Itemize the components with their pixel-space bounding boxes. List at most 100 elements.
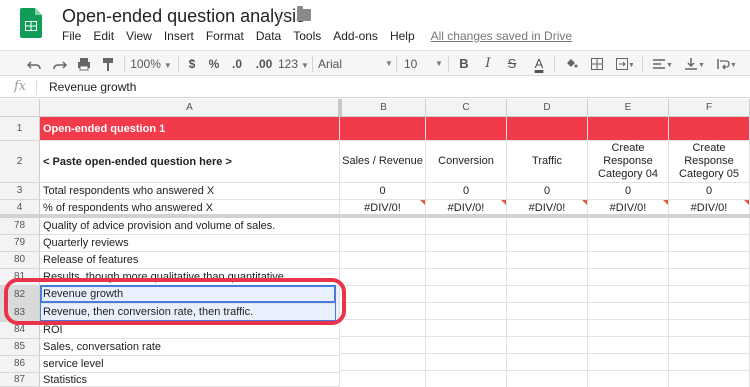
menu-data[interactable]: Data <box>256 29 281 43</box>
row-header[interactable]: 86 <box>0 356 40 373</box>
error-indicator-icon <box>663 200 668 205</box>
print-icon[interactable] <box>74 51 94 77</box>
count-cell[interactable]: 0 <box>507 183 588 200</box>
response-cell[interactable]: Sales, conversation rate <box>40 339 340 356</box>
sheets-logo-icon[interactable] <box>20 8 42 38</box>
fill-color-icon[interactable] <box>562 51 580 77</box>
menu-help[interactable]: Help <box>390 29 415 43</box>
menu-view[interactable]: View <box>126 29 152 43</box>
error-value: #DIV/0! <box>528 202 566 214</box>
paint-format-icon[interactable] <box>98 51 118 77</box>
empty-cells-area[interactable] <box>340 218 750 387</box>
percent-button[interactable]: % <box>206 51 222 77</box>
svg-text:▼: ▼ <box>666 62 672 69</box>
svg-text:▼: ▼ <box>730 62 736 69</box>
error-value: #DIV/0! <box>364 202 401 214</box>
merge-cells-icon[interactable]: ▼ <box>612 51 636 77</box>
app-header: Open-ended question analysis ☆ File Edit V… <box>0 0 750 48</box>
response-cell[interactable]: Results, though more qualitative than qu… <box>40 269 340 286</box>
response-cell-selected[interactable]: Revenue, then conversion rate, then traf… <box>40 304 340 322</box>
currency-button[interactable]: $ <box>184 51 200 77</box>
menu-format[interactable]: Format <box>206 29 244 43</box>
decrease-decimal-button[interactable]: .0 <box>226 51 248 77</box>
row-header[interactable]: 81 <box>0 269 40 286</box>
error-indicator-icon <box>744 200 749 205</box>
response-cell[interactable]: Quality of advice provision and volume o… <box>40 218 340 235</box>
table-cell[interactable] <box>426 117 507 141</box>
horizontal-align-icon[interactable]: ▼ <box>650 51 674 77</box>
row-header[interactable]: 87 <box>0 373 40 387</box>
category-header-cell[interactable]: Traffic <box>507 141 588 183</box>
category-header-cell[interactable]: Create Response Category 04 <box>588 141 669 183</box>
row-header[interactable]: 85 <box>0 339 40 356</box>
column-header-a[interactable]: A <box>40 99 340 117</box>
zoom-select[interactable]: 100% ▼ <box>130 51 172 77</box>
vertical-align-icon[interactable]: ▼ <box>682 51 706 77</box>
row-header[interactable]: 1 <box>0 117 40 141</box>
table-cell[interactable] <box>669 117 750 141</box>
response-cell[interactable]: Statistics <box>40 373 340 387</box>
select-all-corner[interactable] <box>0 99 40 117</box>
category-header-cell[interactable]: Conversion <box>426 141 507 183</box>
table-cell[interactable]: Total respondents who answered X <box>40 183 340 200</box>
row-header[interactable]: 80 <box>0 252 40 269</box>
count-cell[interactable]: 0 <box>669 183 750 200</box>
font-size-value: 10 <box>404 57 418 71</box>
question-title-cell[interactable]: Open-ended question 1 <box>40 117 340 141</box>
category-header-cell[interactable]: Create Response Category 05 <box>669 141 750 183</box>
save-status-link[interactable]: All changes saved in Drive <box>431 29 572 43</box>
font-select[interactable]: Arial ▼ <box>318 51 393 77</box>
menu-file[interactable]: File <box>62 29 81 43</box>
column-header-c[interactable]: C <box>426 99 507 117</box>
row-header[interactable]: 3 <box>0 183 40 200</box>
menu-tools[interactable]: Tools <box>293 29 321 43</box>
category-header-cell[interactable]: Sales / Revenue <box>340 141 426 183</box>
menu-addons[interactable]: Add-ons <box>333 29 378 43</box>
strikethrough-button[interactable]: S <box>504 51 520 77</box>
error-value: #DIV/0! <box>447 202 485 214</box>
increase-decimal-button[interactable]: .00 <box>252 51 276 77</box>
redo-icon[interactable] <box>50 51 70 77</box>
column-header-b[interactable]: B <box>342 99 426 117</box>
zoom-value: 100% <box>130 57 161 71</box>
response-cell[interactable]: Release of features <box>40 252 340 269</box>
row-header[interactable]: 2 <box>0 141 40 183</box>
menu-edit[interactable]: Edit <box>93 29 114 43</box>
response-cell[interactable]: ROI <box>40 322 340 339</box>
error-value: #DIV/0! <box>609 202 647 214</box>
row-header[interactable]: 84 <box>0 322 40 339</box>
borders-icon[interactable] <box>588 51 606 77</box>
text-color-button[interactable]: A <box>530 51 548 77</box>
row-header[interactable]: 79 <box>0 235 40 252</box>
document-title[interactable]: Open-ended question analysis <box>62 6 305 27</box>
count-cell[interactable]: 0 <box>426 183 507 200</box>
error-value: #DIV/0! <box>690 202 728 214</box>
bold-button[interactable]: B <box>456 51 472 77</box>
table-cell[interactable] <box>507 117 588 141</box>
response-cell-selected[interactable]: Revenue growth <box>40 286 340 304</box>
text-wrapping-icon[interactable]: ▼ <box>714 51 738 77</box>
folder-icon[interactable] <box>297 6 311 21</box>
row-header[interactable]: 82 <box>0 286 40 304</box>
italic-button[interactable]: I <box>480 51 496 77</box>
column-header-e[interactable]: E <box>588 99 669 117</box>
column-header-d[interactable]: D <box>507 99 588 117</box>
font-size-select[interactable]: 10 ▼ <box>404 51 443 77</box>
column-header-f[interactable]: F <box>669 99 750 117</box>
formula-input[interactable]: Revenue growth <box>49 80 136 94</box>
table-cell[interactable] <box>340 117 426 141</box>
error-indicator-icon <box>501 200 506 205</box>
row-header[interactable]: 78 <box>0 218 40 235</box>
question-prompt-cell[interactable]: < Paste open-ended question here > <box>40 141 340 183</box>
undo-icon[interactable] <box>24 51 44 77</box>
row-header[interactable]: 83 <box>0 304 40 322</box>
response-cell[interactable]: Quarterly reviews <box>40 235 340 252</box>
menu-insert[interactable]: Insert <box>164 29 194 43</box>
more-formats-select[interactable]: 123 ▼ <box>278 51 309 77</box>
response-cell[interactable]: service level <box>40 356 340 373</box>
table-cell[interactable] <box>588 117 669 141</box>
count-cell[interactable]: 0 <box>340 183 426 200</box>
count-cell[interactable]: 0 <box>588 183 669 200</box>
menu-bar: File Edit View Insert Format Data Tools Add-ons… <box>62 29 584 45</box>
star-icon[interactable]: ☆ <box>274 5 290 26</box>
